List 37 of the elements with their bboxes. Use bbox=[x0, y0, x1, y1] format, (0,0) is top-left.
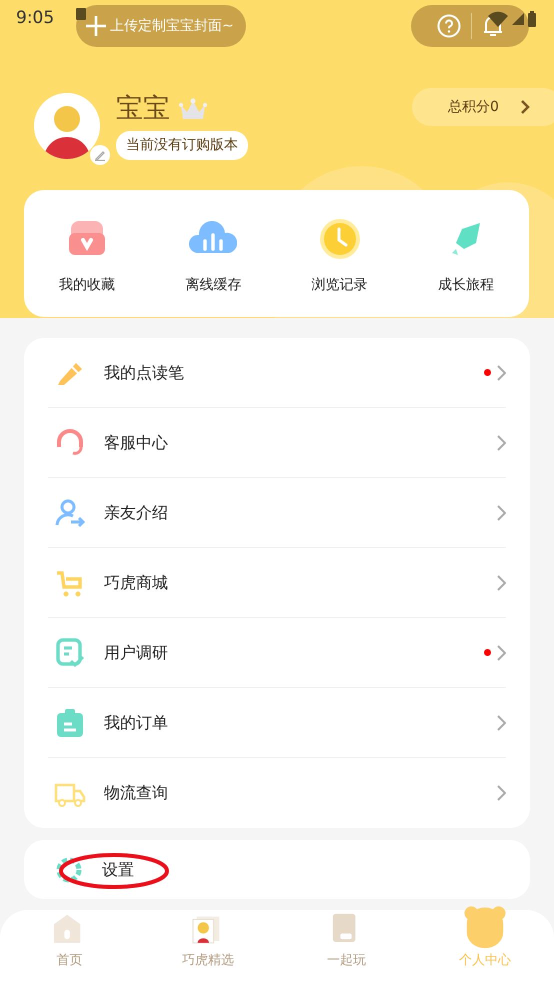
bell-icon[interactable] bbox=[482, 14, 504, 38]
points-button[interactable]: 总积分0 bbox=[412, 88, 554, 126]
status-time: 9:05 bbox=[16, 7, 54, 30]
gear-icon bbox=[54, 854, 84, 884]
avatar[interactable] bbox=[34, 93, 100, 159]
chevron-right-icon bbox=[497, 504, 506, 520]
crown-icon bbox=[178, 97, 208, 121]
menu-item[interactable]: 物流查询 bbox=[104, 781, 497, 805]
plus-icon bbox=[86, 16, 106, 36]
shortcut-item[interactable]: 浏览记录 bbox=[284, 214, 395, 317]
menu-item[interactable]: 用户调研 bbox=[104, 640, 484, 664]
chevron-right-icon bbox=[497, 434, 506, 450]
shortcut-item[interactable]: 我的收藏 bbox=[32, 214, 142, 317]
menu-item[interactable]: 巧虎商城 bbox=[104, 570, 497, 594]
menu-item[interactable]: 我的订单 bbox=[104, 710, 497, 734]
checklist-icon bbox=[54, 636, 86, 668]
shortcut-item[interactable]: 离线缓存 bbox=[158, 214, 268, 317]
menu-item[interactable]: 客服中心 bbox=[104, 430, 497, 454]
user-name: 宝宝 bbox=[116, 93, 170, 125]
signal-icon bbox=[512, 12, 524, 25]
clipboard-icon bbox=[54, 706, 86, 738]
wifi-icon bbox=[488, 10, 508, 27]
chevron-right-icon bbox=[497, 644, 506, 660]
menu-item[interactable]: 我的点读笔 bbox=[104, 360, 484, 384]
subscription-status: 当前没有订购版本 bbox=[116, 131, 248, 160]
settings-label: 设置 bbox=[102, 858, 135, 880]
chevron-right-icon bbox=[497, 714, 506, 730]
shortcut-item[interactable]: 成长旅程 bbox=[410, 214, 521, 317]
person-arrow-icon bbox=[54, 496, 86, 528]
chevron-right-icon bbox=[497, 364, 506, 380]
menu-item[interactable]: 亲友介绍 bbox=[104, 500, 497, 524]
battery-icon bbox=[528, 10, 536, 27]
notification-icon bbox=[76, 8, 86, 20]
chevron-right-icon bbox=[497, 574, 506, 590]
chevron-right-icon bbox=[497, 785, 506, 801]
chevron-right-icon bbox=[520, 100, 530, 114]
settings-card[interactable]: 设置 bbox=[24, 840, 530, 899]
